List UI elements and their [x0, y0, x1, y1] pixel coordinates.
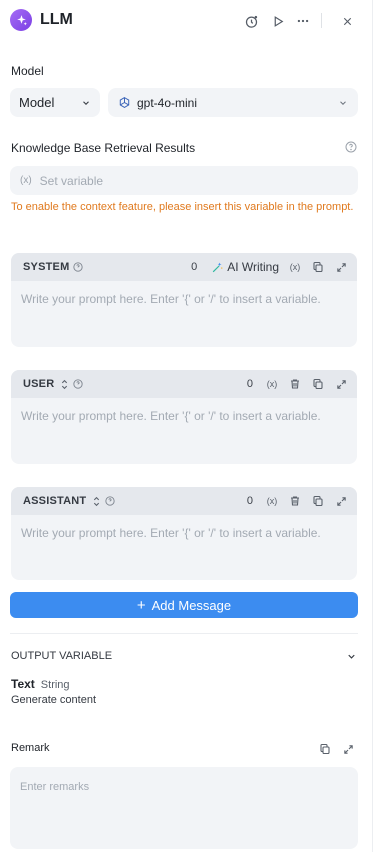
output-variable-header[interactable]: OUTPUT VARIABLE — [11, 650, 357, 662]
copy-icon[interactable] — [310, 493, 326, 509]
knowledge-variable-input[interactable]: (x) Set variable — [10, 166, 358, 195]
chevron-down-icon — [81, 98, 91, 108]
user-prompt-input[interactable]: Write your prompt here. Enter '{' or '/'… — [11, 398, 357, 434]
assistant-prompt-box: ASSISTANT 0 (x) Write your prompt here. … — [11, 487, 357, 580]
model-type-select[interactable]: Model — [10, 88, 100, 117]
output-variable-row: Text String — [11, 677, 70, 691]
chevron-down-icon — [338, 98, 348, 108]
system-prompt-input[interactable]: Write your prompt here. Enter '{' or '/'… — [11, 281, 357, 317]
user-prompt-header: USER 0 (x) — [11, 370, 357, 398]
assistant-prompt-header: ASSISTANT 0 (x) — [11, 487, 357, 515]
node-logo — [10, 9, 32, 31]
add-message-label: Add Message — [151, 597, 232, 613]
assistant-token-count: 0 — [246, 495, 253, 507]
knowledge-label: Knowledge Base Retrieval Results — [11, 141, 196, 155]
expand-icon[interactable] — [340, 741, 356, 757]
copy-icon[interactable] — [310, 259, 326, 275]
sparkle-icon — [15, 14, 28, 27]
role-switch-icon[interactable] — [92, 496, 101, 507]
output-var-name: Text — [11, 677, 35, 691]
llm-node-panel: LLM Model Model gpt-4o-mini Knowledge Ba… — [0, 0, 373, 852]
remark-placeholder: Enter remarks — [20, 781, 90, 793]
model-type-value: Model — [19, 95, 55, 110]
help-icon[interactable] — [73, 379, 83, 389]
output-var-type: String — [40, 679, 70, 691]
assistant-role-label: ASSISTANT — [23, 495, 87, 507]
system-prompt-header: SYSTEM 0 AI Writing (x) — [11, 253, 357, 281]
more-icon[interactable] — [295, 13, 311, 29]
help-icon[interactable] — [73, 262, 84, 272]
header-divider — [321, 13, 322, 28]
expand-icon[interactable] — [333, 259, 349, 275]
delete-icon[interactable] — [287, 493, 303, 509]
run-icon[interactable] — [270, 13, 286, 29]
remark-label: Remark — [11, 742, 50, 754]
output-section-label: OUTPUT VARIABLE — [11, 650, 113, 662]
insert-variable-icon[interactable]: (x) — [287, 259, 303, 275]
delete-icon[interactable] — [287, 376, 303, 392]
plus-icon: + — [136, 596, 146, 614]
role-switch-icon[interactable] — [60, 379, 69, 390]
copy-icon[interactable] — [317, 741, 333, 757]
system-token-count: 0 — [191, 261, 198, 273]
insert-variable-icon[interactable]: (x) — [264, 493, 280, 509]
close-icon[interactable] — [339, 13, 355, 29]
add-message-button[interactable]: + Add Message — [10, 592, 358, 618]
ai-writing-button[interactable]: AI Writing — [211, 260, 279, 274]
run-history-icon[interactable] — [243, 13, 259, 29]
user-token-count: 0 — [246, 378, 253, 390]
assistant-prompt-input[interactable]: Write your prompt here. Enter '{' or '/'… — [11, 515, 357, 551]
magic-wand-icon — [211, 261, 224, 274]
system-prompt-box: SYSTEM 0 AI Writing (x) Write your promp… — [11, 253, 357, 347]
context-warning: To enable the context feature, please in… — [11, 201, 354, 213]
user-prompt-box: USER 0 (x) Write your prompt here. Enter… — [11, 370, 357, 464]
expand-icon[interactable] — [333, 376, 349, 392]
copy-icon[interactable] — [310, 376, 326, 392]
model-select[interactable]: gpt-4o-mini — [108, 88, 358, 117]
node-title: LLM — [40, 11, 73, 28]
insert-variable-icon[interactable]: (x) — [264, 376, 280, 392]
section-divider — [10, 633, 358, 634]
chevron-down-icon — [346, 651, 357, 662]
help-icon[interactable] — [344, 140, 358, 154]
user-role-label: USER — [23, 378, 55, 390]
output-var-description: Generate content — [11, 694, 97, 706]
variable-icon: (x) — [20, 175, 32, 186]
remark-input[interactable]: Enter remarks — [10, 767, 358, 849]
help-icon[interactable] — [105, 496, 115, 506]
system-role-label: SYSTEM — [23, 261, 70, 273]
ai-writing-label: AI Writing — [227, 260, 279, 274]
openai-icon — [118, 96, 131, 109]
expand-icon[interactable] — [333, 493, 349, 509]
knowledge-placeholder: Set variable — [39, 173, 104, 188]
model-name: gpt-4o-mini — [137, 95, 198, 110]
model-section-label: Model — [11, 64, 44, 78]
